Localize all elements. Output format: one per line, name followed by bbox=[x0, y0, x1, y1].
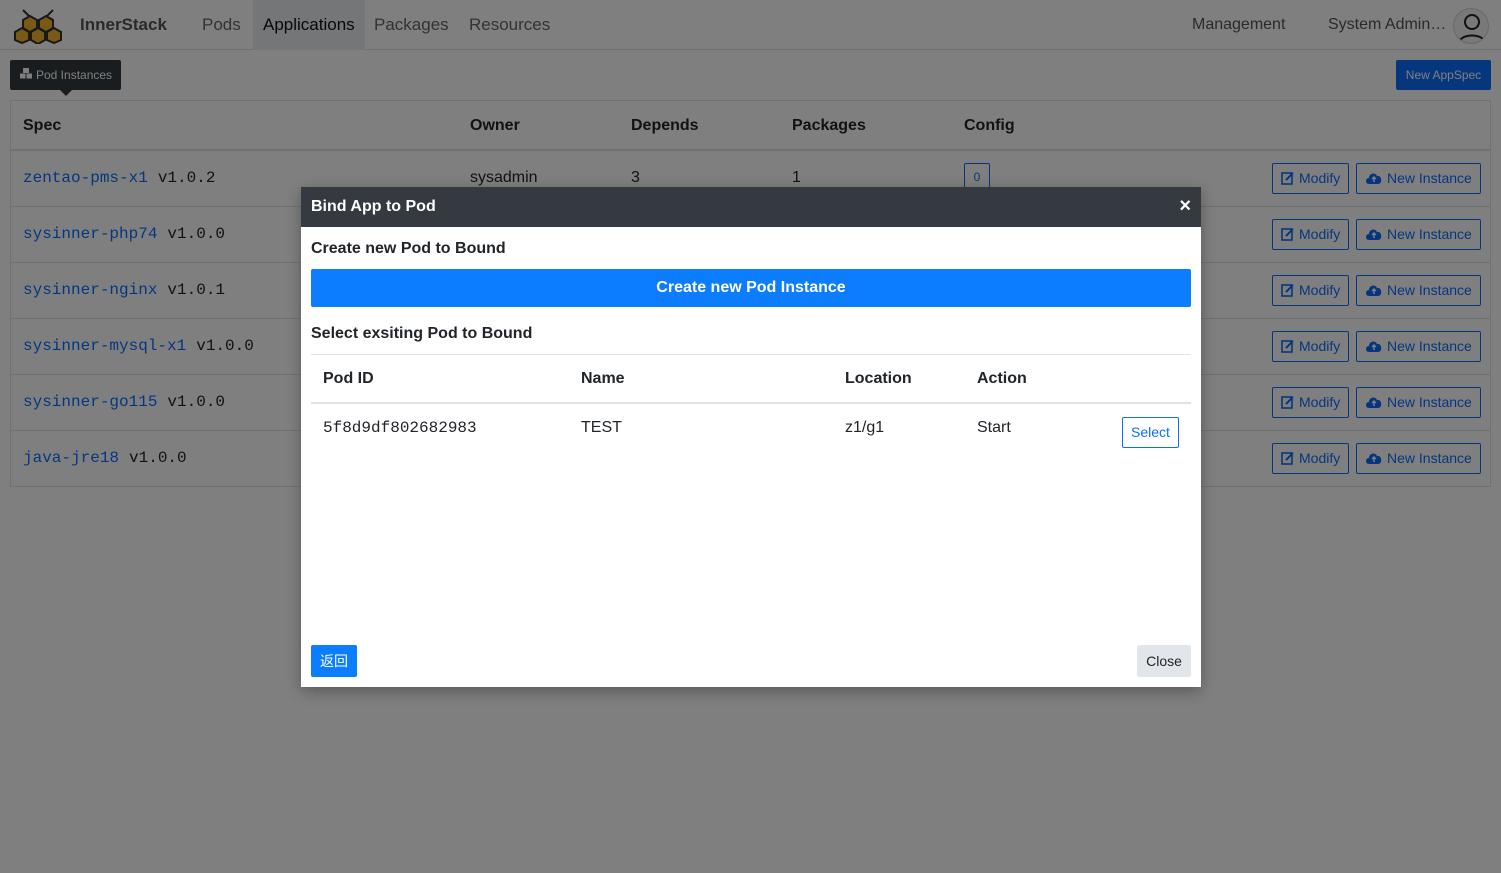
header-pod-id: Pod ID bbox=[323, 370, 374, 387]
modal-header: Bind App to Pod × bbox=[301, 187, 1201, 227]
pod-action-cell: Start bbox=[977, 419, 1011, 436]
select-section-title: Select exsiting Pod to Bound bbox=[311, 325, 533, 342]
header-name: Name bbox=[581, 370, 625, 387]
pod-table-header: Pod ID Name Location Action bbox=[311, 354, 1191, 404]
header-location: Location bbox=[845, 370, 912, 387]
create-section-title: Create new Pod to Bound bbox=[311, 240, 506, 257]
table-row: 5f8d9df802682983 TEST z1/g1 Start Select bbox=[311, 404, 1191, 454]
select-pod-button[interactable]: Select bbox=[1122, 417, 1179, 448]
bind-app-modal: Bind App to Pod × Create new Pod to Boun… bbox=[301, 187, 1201, 687]
back-button[interactable]: 返回 bbox=[311, 645, 357, 677]
create-pod-instance-button[interactable]: Create new Pod Instance bbox=[311, 269, 1191, 307]
pod-name-cell: TEST bbox=[581, 419, 622, 436]
header-action: Action bbox=[977, 370, 1027, 387]
pod-location-cell: z1/g1 bbox=[845, 419, 885, 436]
close-icon[interactable]: × bbox=[1179, 194, 1191, 218]
close-button[interactable]: Close bbox=[1137, 645, 1191, 677]
pod-id-cell: 5f8d9df802682983 bbox=[323, 419, 477, 437]
modal-title: Bind App to Pod bbox=[311, 198, 436, 215]
